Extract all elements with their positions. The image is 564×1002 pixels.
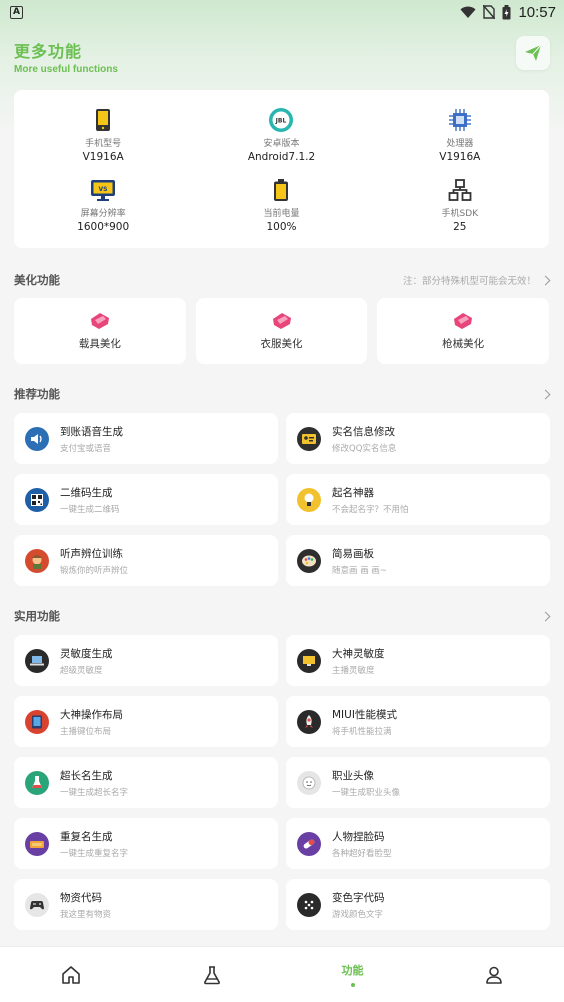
feature-job-avatar[interactable]: 职业头像 一键生成职业头像 <box>286 757 550 808</box>
beauty-section-note: 注：部分特殊机型可能会无效！ <box>402 276 536 287</box>
feature-duplicate-name[interactable]: 重复名生成 一键生成重复名字 <box>14 818 278 869</box>
beauty-clothes-button[interactable]: 衣服美化 <box>195 298 368 364</box>
paper-plane-icon <box>525 44 542 61</box>
ticket-icon <box>272 313 291 329</box>
nav-home[interactable] <box>21 951 121 999</box>
ticket-icon <box>454 313 473 329</box>
qrcode-icon <box>25 487 49 512</box>
practical-grid: 灵敏度生成 超级灵敏度 大神灵敏度 主播灵敏度 大神操作布局 主播键位布局 MIUI性… <box>14 635 550 930</box>
feature-supply-code[interactable]: 物资代码 我这里有物资 <box>14 879 278 930</box>
no-sim-icon <box>483 5 496 19</box>
beauty-vehicle-button[interactable]: 载具美化 <box>14 298 186 364</box>
svg-text:JBL: JBL <box>275 118 287 125</box>
feature-miui-performance[interactable]: MIUI性能模式 将手机性能拉满 <box>286 696 550 747</box>
info-sdk: 手机SDK 25 <box>371 170 549 240</box>
beauty-weapon-button[interactable]: 枪械美化 <box>377 298 550 364</box>
info-processor: 处理器 V1916A <box>371 100 549 170</box>
device-info-card: 手机型号 V1916A JBL 安卓版本 Android7.1.2 处理器 V1… <box>14 90 549 248</box>
page-header: 更多功能 More useful functions <box>14 38 118 75</box>
monitor-icon: VS <box>90 177 116 203</box>
laptop-icon <box>25 648 49 673</box>
chevron-right-icon <box>540 389 551 399</box>
bottom-nav: 功能 <box>0 946 564 1002</box>
cpu-icon <box>447 107 473 133</box>
nav-profile[interactable] <box>444 951 544 999</box>
recommended-grid: 到账语音生成 支付宝或语音 实名信息修改 修改QQ实名信息 二维码生成 一键生成二维码… <box>14 413 550 586</box>
recommended-section-header[interactable]: 推荐功能 <box>14 384 551 404</box>
send-button[interactable] <box>516 36 550 70</box>
beauty-section-header[interactable]: 美化功能 注：部分特殊机型可能会无效！ <box>14 270 551 290</box>
active-dot <box>350 983 355 987</box>
feature-sensitivity-generate[interactable]: 灵敏度生成 超级灵敏度 <box>14 635 278 686</box>
practical-section-title: 实用功能 <box>14 609 60 623</box>
dice-icon <box>297 892 321 917</box>
tablet-icon <box>25 709 49 734</box>
feature-color-text[interactable]: 变色字代码 游戏颜色文字 <box>286 879 550 930</box>
light-bulb-icon <box>297 487 321 512</box>
feature-sound-training[interactable]: 听声辨位训练 锻炼你的听声辨位 <box>14 535 278 586</box>
home-icon <box>61 965 80 984</box>
feature-voice-generate[interactable]: 到账语音生成 支付宝或语音 <box>14 413 278 464</box>
recommended-section-title: 推荐功能 <box>14 387 60 401</box>
profile-icon <box>485 966 502 984</box>
phone-icon <box>90 107 116 133</box>
id-card-icon <box>297 426 321 451</box>
pill-icon <box>297 831 321 856</box>
speaker-icon <box>25 426 49 451</box>
gamepad-icon <box>25 892 49 917</box>
beauty-section-title: 美化功能 <box>14 273 60 287</box>
soldier-icon <box>25 548 49 573</box>
android-version-icon: JBL <box>268 107 294 133</box>
feature-face-code[interactable]: 人物捏脸码 各种超好看脸型 <box>286 818 550 869</box>
flask-nav-icon <box>203 965 220 984</box>
feature-name-generator[interactable]: 起名神器 不会起名字？不用怕 <box>286 474 550 525</box>
feature-pro-sensitivity[interactable]: 大神灵敏度 主播灵敏度 <box>286 635 550 686</box>
ticket-icon <box>25 831 49 856</box>
status-bar: A 10:57 <box>0 0 564 24</box>
feature-qrcode[interactable]: 二维码生成 一键生成二维码 <box>14 474 278 525</box>
notification-a-icon: A <box>10 5 23 19</box>
info-android-version: JBL 安卓版本 Android7.1.2 <box>192 100 370 170</box>
ticket-icon <box>90 313 109 329</box>
nav-lab[interactable] <box>162 951 262 999</box>
chevron-right-icon <box>540 611 551 621</box>
feature-realname-edit[interactable]: 实名信息修改 修改QQ实名信息 <box>286 413 550 464</box>
monitor-icon <box>297 648 321 673</box>
nav-functions[interactable]: 功能 <box>303 951 403 999</box>
feature-drawing-board[interactable]: 简易画板 随意画 画 画~ <box>286 535 550 586</box>
info-resolution: VS 屏幕分辨率 1600*900 <box>14 170 192 240</box>
feature-pro-layout[interactable]: 大神操作布局 主播键位布局 <box>14 696 278 747</box>
sdk-tree-icon <box>447 177 473 203</box>
chevron-right-icon <box>540 275 551 285</box>
battery-status-icon <box>502 4 511 19</box>
info-phone-model: 手机型号 V1916A <box>14 100 192 170</box>
page-title: 更多功能 <box>14 42 83 61</box>
clock: 10:57 <box>518 3 556 21</box>
wifi-icon <box>460 6 476 18</box>
svg-text:VS: VS <box>99 186 108 193</box>
page-subtitle: More useful functions <box>14 64 118 75</box>
flask-icon <box>25 770 49 795</box>
palette-icon <box>297 548 321 573</box>
beauty-row: 载具美化 衣服美化 枪械美化 <box>14 298 550 364</box>
battery-icon <box>268 177 294 203</box>
rocket-icon <box>297 709 321 734</box>
feature-long-name[interactable]: 超长名生成 一键生成超长名字 <box>14 757 278 808</box>
face-icon <box>297 770 321 795</box>
nav-functions-label: 功能 <box>341 964 364 977</box>
info-battery: 当前电量 100% <box>192 170 370 240</box>
practical-section-header[interactable]: 实用功能 <box>14 606 551 626</box>
